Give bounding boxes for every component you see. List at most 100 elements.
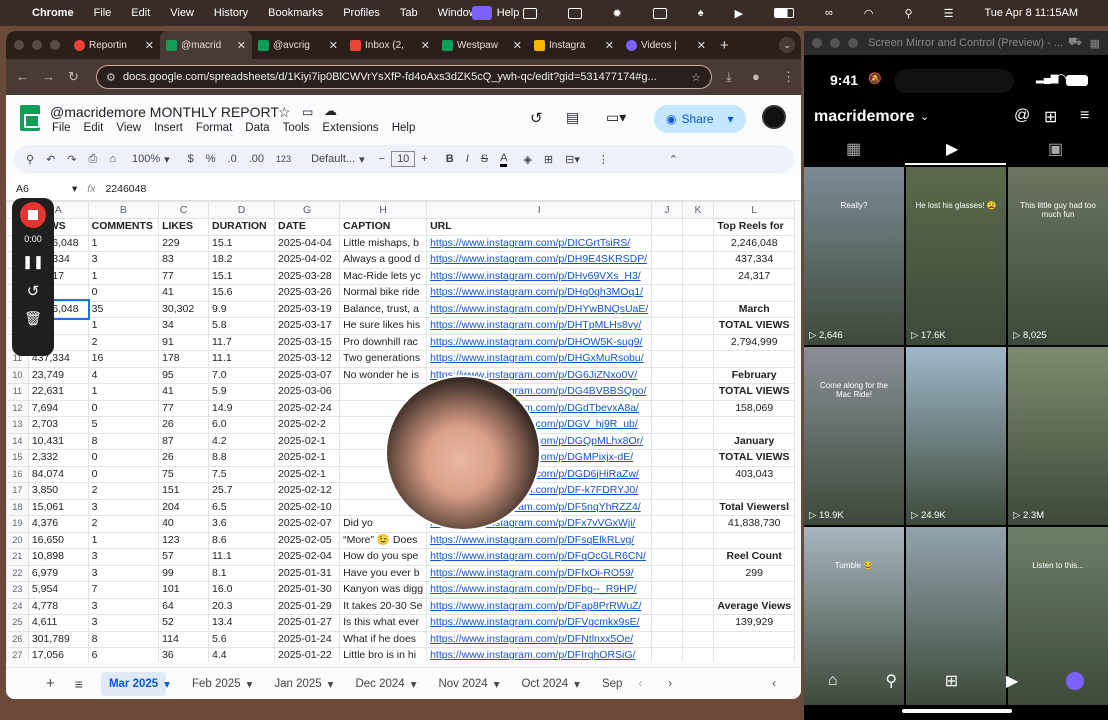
data-cell[interactable] bbox=[651, 647, 683, 662]
row-number[interactable]: 15 bbox=[6, 449, 29, 467]
data-cell[interactable]: 57 bbox=[158, 548, 209, 566]
data-cell[interactable] bbox=[713, 284, 795, 302]
data-cell[interactable]: 7 bbox=[87, 581, 160, 599]
menu-format[interactable]: Format bbox=[196, 122, 232, 134]
text-color-button[interactable]: A bbox=[500, 152, 508, 167]
data-cell[interactable]: TOTAL VIEWS bbox=[713, 449, 795, 467]
data-cell[interactable]: 2025-02-12 bbox=[274, 482, 341, 500]
data-cell[interactable]: 11.1 bbox=[207, 548, 276, 566]
data-cell[interactable]: 3 bbox=[87, 548, 160, 566]
data-cell[interactable]: 2025-03-06 bbox=[274, 383, 341, 401]
clock[interactable]: Tue Apr 8 11:15AM bbox=[984, 7, 1078, 19]
url-link-cell[interactable]: https://www.instagram.com/p/DH9E4SKRSDP/ bbox=[426, 251, 653, 269]
row-number[interactable]: 18 bbox=[6, 498, 29, 516]
data-cell[interactable] bbox=[651, 234, 683, 252]
data-cell[interactable]: 139,929 bbox=[713, 614, 795, 632]
threads-icon[interactable]: @ bbox=[1014, 107, 1030, 125]
data-cell[interactable]: 84,074 bbox=[27, 465, 89, 483]
data-cell[interactable]: Reel Count bbox=[713, 548, 795, 566]
comments-icon[interactable]: ▤ bbox=[566, 109, 579, 126]
data-cell[interactable] bbox=[651, 449, 683, 467]
url-link-cell[interactable]: https://www.instagram.com/p/DFqOcGLR6CN/ bbox=[426, 548, 653, 566]
back-icon[interactable]: ← bbox=[16, 69, 29, 84]
reel-thumbnail[interactable]: He lost his glasses! 😩 ▷ 17.6K bbox=[906, 167, 1006, 345]
increase-font-icon[interactable]: + bbox=[421, 153, 427, 165]
undo-icon[interactable]: ↶ bbox=[46, 153, 55, 166]
more-options-icon[interactable]: ⋮ bbox=[598, 153, 609, 166]
close-icon[interactable]: ✕ bbox=[237, 39, 246, 52]
reel-thumbnail[interactable]: ▷ 24.9K bbox=[906, 347, 1006, 525]
reload-icon[interactable]: ↻ bbox=[68, 69, 79, 85]
menu-chrome[interactable]: Chrome bbox=[32, 7, 74, 19]
data-cell[interactable]: How do you spe bbox=[339, 548, 428, 566]
formula-input[interactable]: 2246048 bbox=[105, 183, 146, 195]
wifi-icon[interactable]: ◠ bbox=[864, 7, 874, 20]
play-icon[interactable]: ▶ bbox=[735, 7, 743, 20]
move-folder-icon[interactable]: ▭ bbox=[302, 105, 313, 119]
data-cell[interactable]: 0 bbox=[87, 284, 160, 302]
sheet-tab[interactable]: Feb 2025 bbox=[192, 678, 241, 690]
data-cell[interactable]: 2025-04-02 bbox=[274, 251, 341, 269]
reel-thumbnail[interactable]: This little guy had too much fun ▷ 8,025 bbox=[1008, 167, 1108, 345]
data-cell[interactable]: 64 bbox=[158, 597, 209, 615]
zoom-window-button[interactable] bbox=[50, 40, 60, 50]
decrease-font-icon[interactable]: − bbox=[379, 153, 385, 165]
url-link-cell[interactable]: https://www.instagram.com/p/DHv69VXs_H3/ bbox=[426, 267, 653, 285]
data-cell[interactable]: 4,376 bbox=[27, 515, 89, 533]
minimize-window-button[interactable] bbox=[830, 38, 840, 48]
menu-file[interactable]: File bbox=[52, 122, 71, 134]
data-cell[interactable]: 2 bbox=[87, 333, 160, 351]
data-cell[interactable] bbox=[713, 630, 795, 648]
data-cell[interactable]: 99 bbox=[158, 564, 209, 582]
data-cell[interactable]: 17,056 bbox=[27, 647, 89, 662]
data-cell[interactable]: 10,898 bbox=[27, 548, 89, 566]
data-cell[interactable]: 2025-02-1 bbox=[274, 449, 341, 467]
data-cell[interactable]: 5 bbox=[87, 416, 160, 434]
data-cell[interactable]: 30,302 bbox=[158, 300, 209, 318]
search-icon[interactable]: ⚲ bbox=[905, 7, 913, 20]
column-header-i[interactable]: I bbox=[426, 201, 653, 219]
data-cell[interactable]: 2025-02-05 bbox=[274, 531, 341, 549]
data-cell[interactable] bbox=[651, 267, 683, 285]
data-cell[interactable] bbox=[681, 432, 715, 450]
url-link-cell[interactable]: https://www.instagram.com/p/DICGrtTsiRS/ bbox=[426, 234, 653, 252]
data-cell[interactable]: 5.9 bbox=[207, 383, 276, 401]
data-cell[interactable]: 1 bbox=[87, 383, 160, 401]
pause-icon[interactable]: ❚❚ bbox=[12, 254, 54, 270]
data-cell[interactable]: 6 bbox=[87, 647, 160, 662]
data-cell[interactable]: 2025-02-24 bbox=[274, 399, 341, 417]
data-cell[interactable] bbox=[651, 531, 683, 549]
data-cell[interactable]: 75 bbox=[158, 465, 209, 483]
data-cell[interactable]: Normal bike ride bbox=[339, 284, 428, 302]
menu-view[interactable]: View bbox=[116, 122, 141, 134]
data-cell[interactable]: 2025-01-24 bbox=[274, 630, 341, 648]
data-cell[interactable]: 204 bbox=[158, 498, 209, 516]
sheet-tab[interactable]: Dec 2024 bbox=[355, 678, 404, 690]
data-cell[interactable] bbox=[681, 581, 715, 599]
create-icon[interactable]: ⊞ bbox=[945, 671, 958, 691]
data-cell[interactable]: 3 bbox=[87, 251, 160, 269]
name-box[interactable]: A6 bbox=[16, 183, 72, 195]
forward-icon[interactable]: → bbox=[42, 69, 55, 84]
profile-icon[interactable]: ● bbox=[752, 69, 760, 84]
header-cell[interactable]: LIKES bbox=[158, 218, 209, 236]
data-cell[interactable]: 15,061 bbox=[27, 498, 89, 516]
data-cell[interactable] bbox=[681, 531, 715, 549]
data-cell[interactable]: 87 bbox=[158, 432, 209, 450]
data-cell[interactable]: Is this what ever bbox=[339, 614, 428, 632]
data-cell[interactable]: 151 bbox=[158, 482, 209, 500]
font-select[interactable]: Default... bbox=[311, 153, 355, 165]
hamburger-menu-icon[interactable]: ≡ bbox=[1080, 107, 1089, 125]
column-header-k[interactable]: K bbox=[681, 201, 715, 219]
data-cell[interactable]: 2025-03-17 bbox=[274, 317, 341, 335]
data-cell[interactable]: 0 bbox=[87, 465, 160, 483]
data-cell[interactable] bbox=[681, 350, 715, 368]
row-number[interactable]: 21 bbox=[6, 548, 29, 566]
add-sheet-icon[interactable]: + bbox=[46, 675, 55, 692]
data-cell[interactable] bbox=[651, 251, 683, 269]
data-cell[interactable]: 3 bbox=[87, 564, 160, 582]
header-cell[interactable]: DURATION bbox=[207, 218, 276, 236]
data-cell[interactable]: 2025-03-12 bbox=[274, 350, 341, 368]
data-cell[interactable] bbox=[681, 498, 715, 516]
data-cell[interactable]: 24,317 bbox=[713, 267, 795, 285]
